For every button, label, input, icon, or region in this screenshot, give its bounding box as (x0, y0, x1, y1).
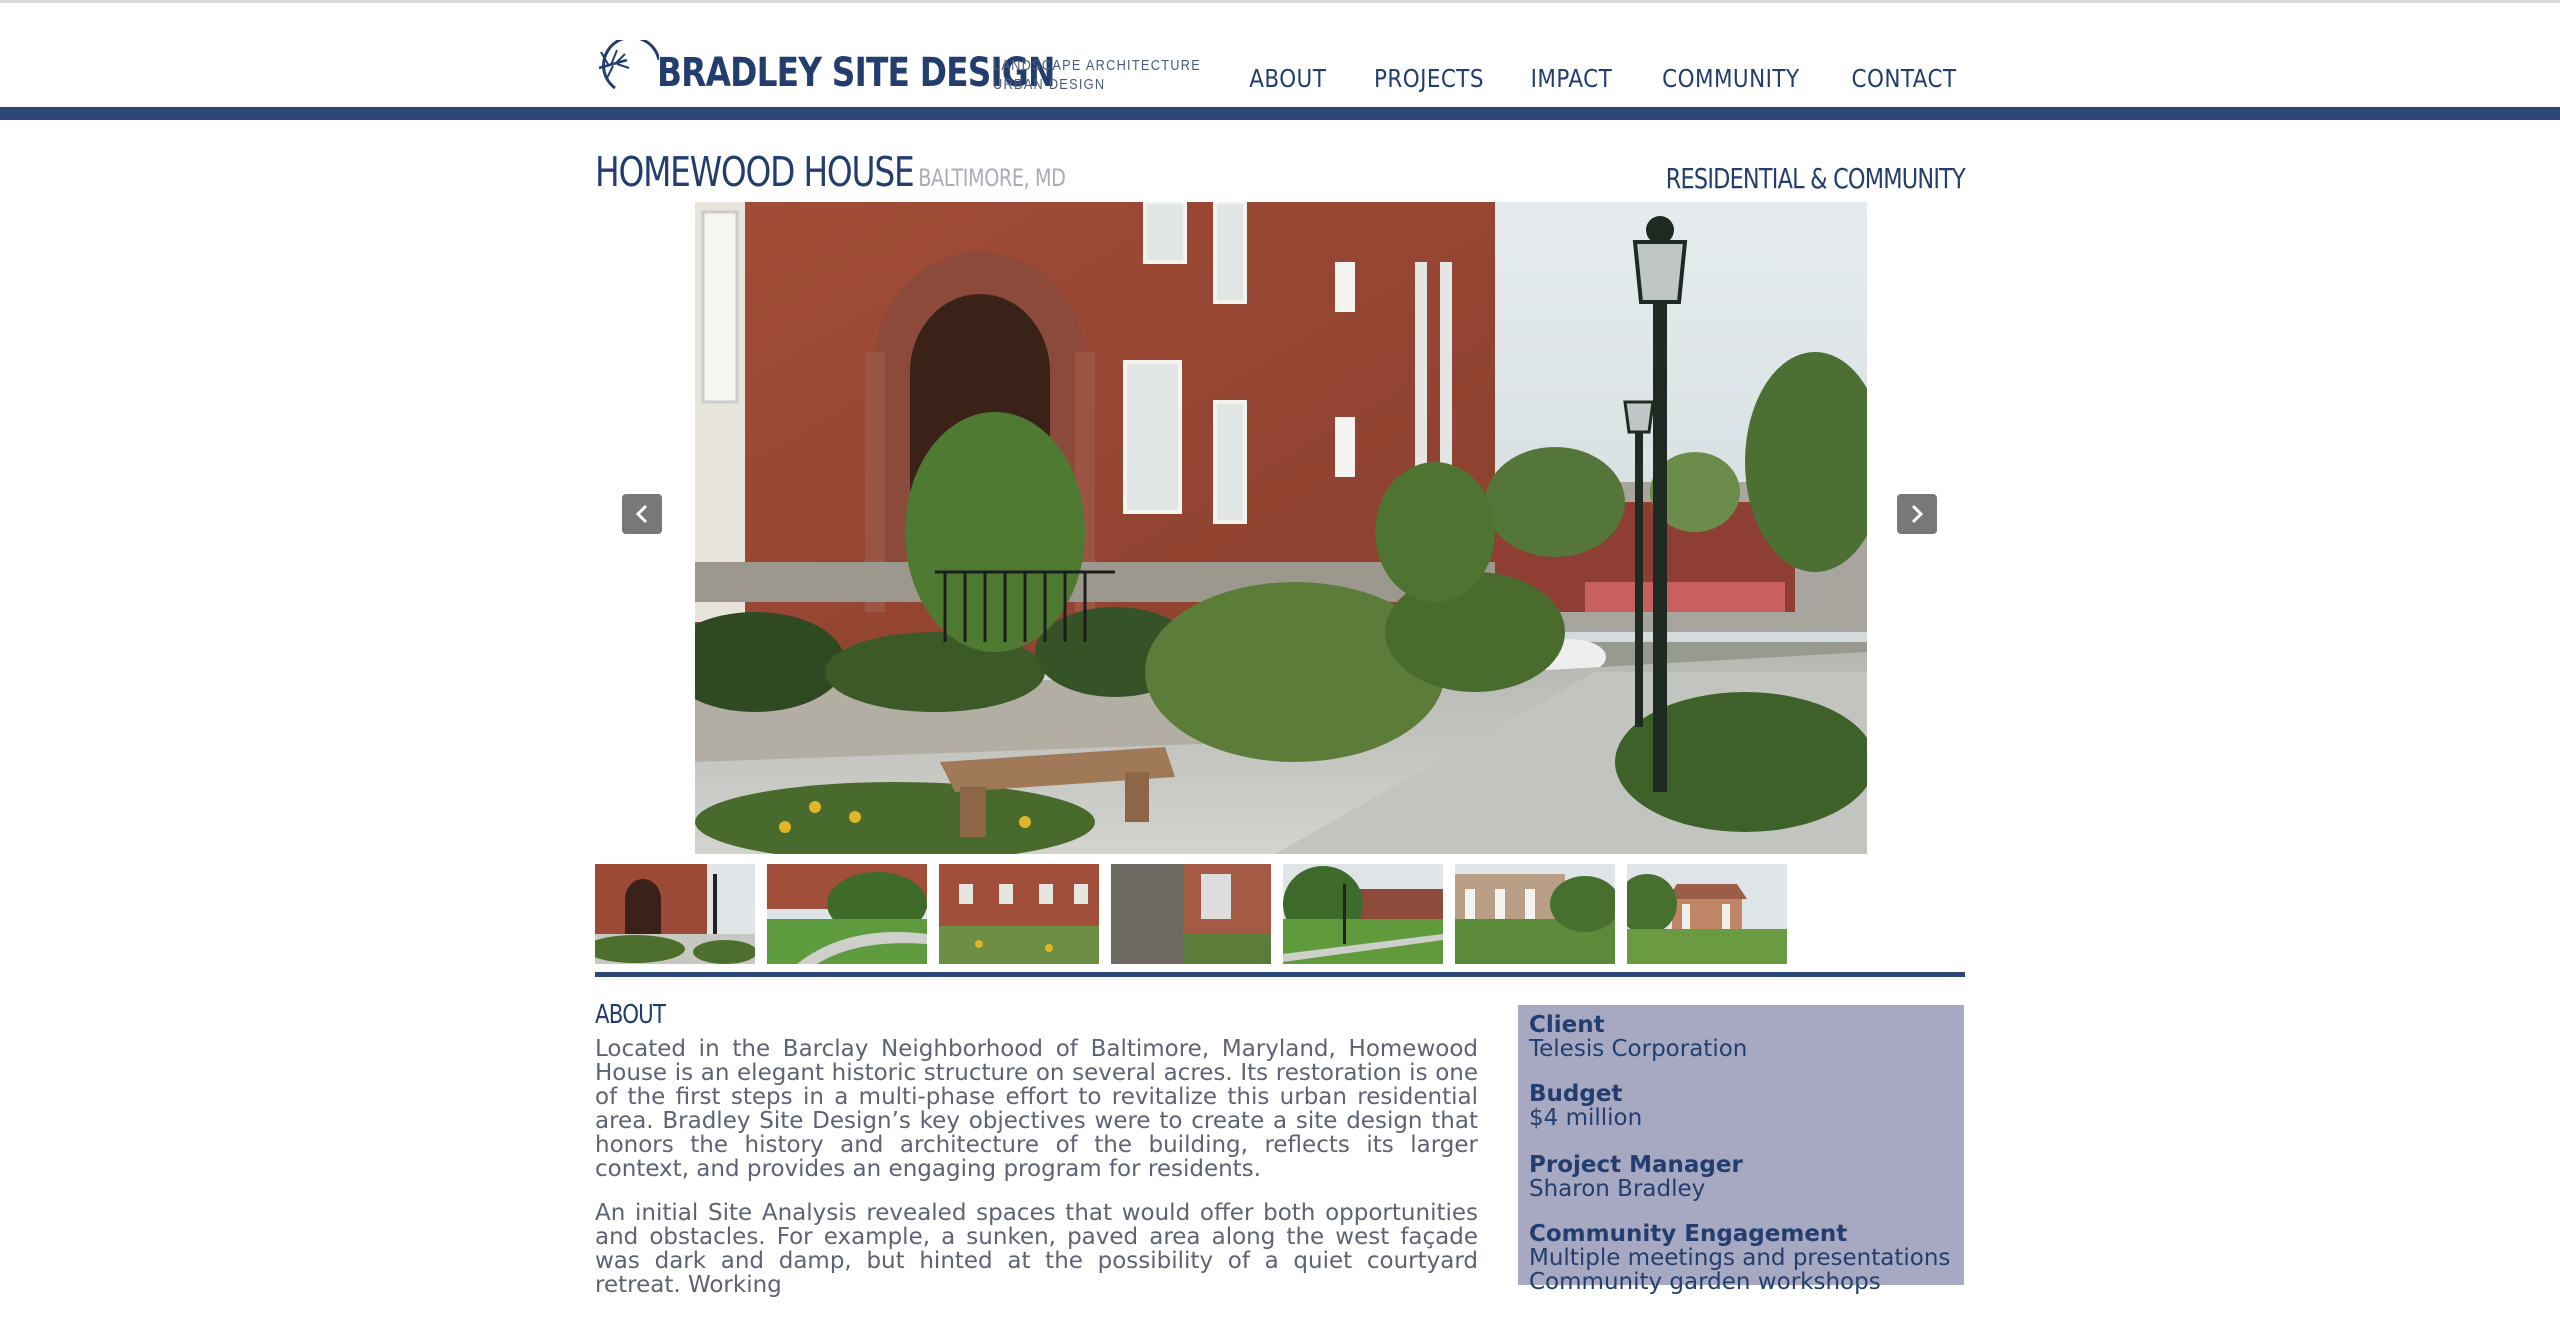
gallery-thumbnail[interactable] (767, 864, 927, 964)
brand-tagline-line-1: LANDSCAPE ARCHITECTURE (993, 57, 1202, 74)
section-divider (595, 972, 1965, 977)
project-details-panel: Client Telesis Corporation Budget $4 mil… (1518, 1005, 1964, 1294)
hero-image-illustration (695, 202, 1867, 854)
header-accent-bar (0, 107, 2560, 120)
gallery-thumbnail[interactable] (1627, 864, 1787, 964)
detail-manager-label: Project Manager (1529, 1152, 1743, 1178)
gallery-next-button[interactable] (1897, 494, 1937, 534)
detail-budget-label: Budget (1529, 1081, 1623, 1107)
detail-engagement-value-2: Community garden workshops (1529, 1269, 1881, 1295)
project-location: BALTIMORE, MD (918, 164, 1066, 192)
about-text: Located in the Barclay Neighborhood of B… (595, 1037, 1478, 1317)
about-paragraph-1: Located in the Barclay Neighborhood of B… (595, 1036, 1478, 1182)
detail-client: Client Telesis Corporation (1529, 1013, 1747, 1061)
gallery-thumbnail[interactable] (1283, 864, 1443, 964)
detail-manager-value: Sharon Bradley (1529, 1176, 1706, 1202)
site-logo[interactable]: BRADLEY SITE DESIGN LANDSCAPE ARCHITECTU… (595, 36, 1215, 102)
main-nav: ABOUT PROJECTS IMPACT COMMUNITY CONTACT (1243, 64, 1965, 93)
detail-client-label: Client (1529, 1012, 1605, 1038)
nav-contact[interactable]: CONTACT (1851, 64, 1956, 93)
nav-about[interactable]: ABOUT (1249, 64, 1326, 93)
gallery-prev-button[interactable] (622, 494, 662, 534)
nav-projects[interactable]: PROJECTS (1373, 64, 1483, 93)
detail-community-engagement: Community Engagement Multiple meetings a… (1529, 1222, 1950, 1294)
about-heading: ABOUT (595, 1000, 666, 1030)
brand-tagline: LANDSCAPE ARCHITECTURE URBAN DESIGN (993, 56, 1201, 94)
brand-tagline-line-2: URBAN DESIGN (993, 76, 1106, 93)
about-paragraph-2: An initial Site Analysis revealed spaces… (595, 1200, 1478, 1298)
gallery-thumbnail[interactable] (1111, 864, 1271, 964)
gallery-thumbnail[interactable] (595, 864, 755, 964)
nav-community[interactable]: COMMUNITY (1662, 64, 1799, 93)
gallery-thumbnail[interactable] (1455, 864, 1615, 964)
detail-engagement-label: Community Engagement (1529, 1221, 1848, 1247)
chevron-right-icon (1911, 504, 1924, 524)
gallery-thumbnail[interactable] (939, 864, 1099, 964)
detail-budget: Budget $4 million (1529, 1082, 1642, 1130)
project-title: HOMEWOOD HOUSE BALTIMORE, MD (595, 148, 1066, 196)
detail-budget-value: $4 million (1529, 1105, 1643, 1131)
hero-photo (695, 202, 1867, 854)
project-title-row: HOMEWOOD HOUSE BALTIMORE, MD RESIDENTIAL … (595, 148, 1966, 198)
detail-engagement-value: Multiple meetings and presentations (1529, 1245, 1951, 1271)
nav-impact[interactable]: IMPACT (1531, 64, 1613, 93)
project-category[interactable]: RESIDENTIAL & COMMUNITY (1666, 162, 1966, 195)
gallery-thumbnails (595, 864, 1787, 964)
project-name: HOMEWOOD HOUSE (595, 148, 915, 196)
dragonfly-sun-logo-icon (598, 40, 659, 90)
chevron-left-icon (635, 504, 648, 524)
detail-client-value: Telesis Corporation (1529, 1036, 1748, 1062)
detail-project-manager: Project Manager Sharon Bradley (1529, 1153, 1743, 1201)
